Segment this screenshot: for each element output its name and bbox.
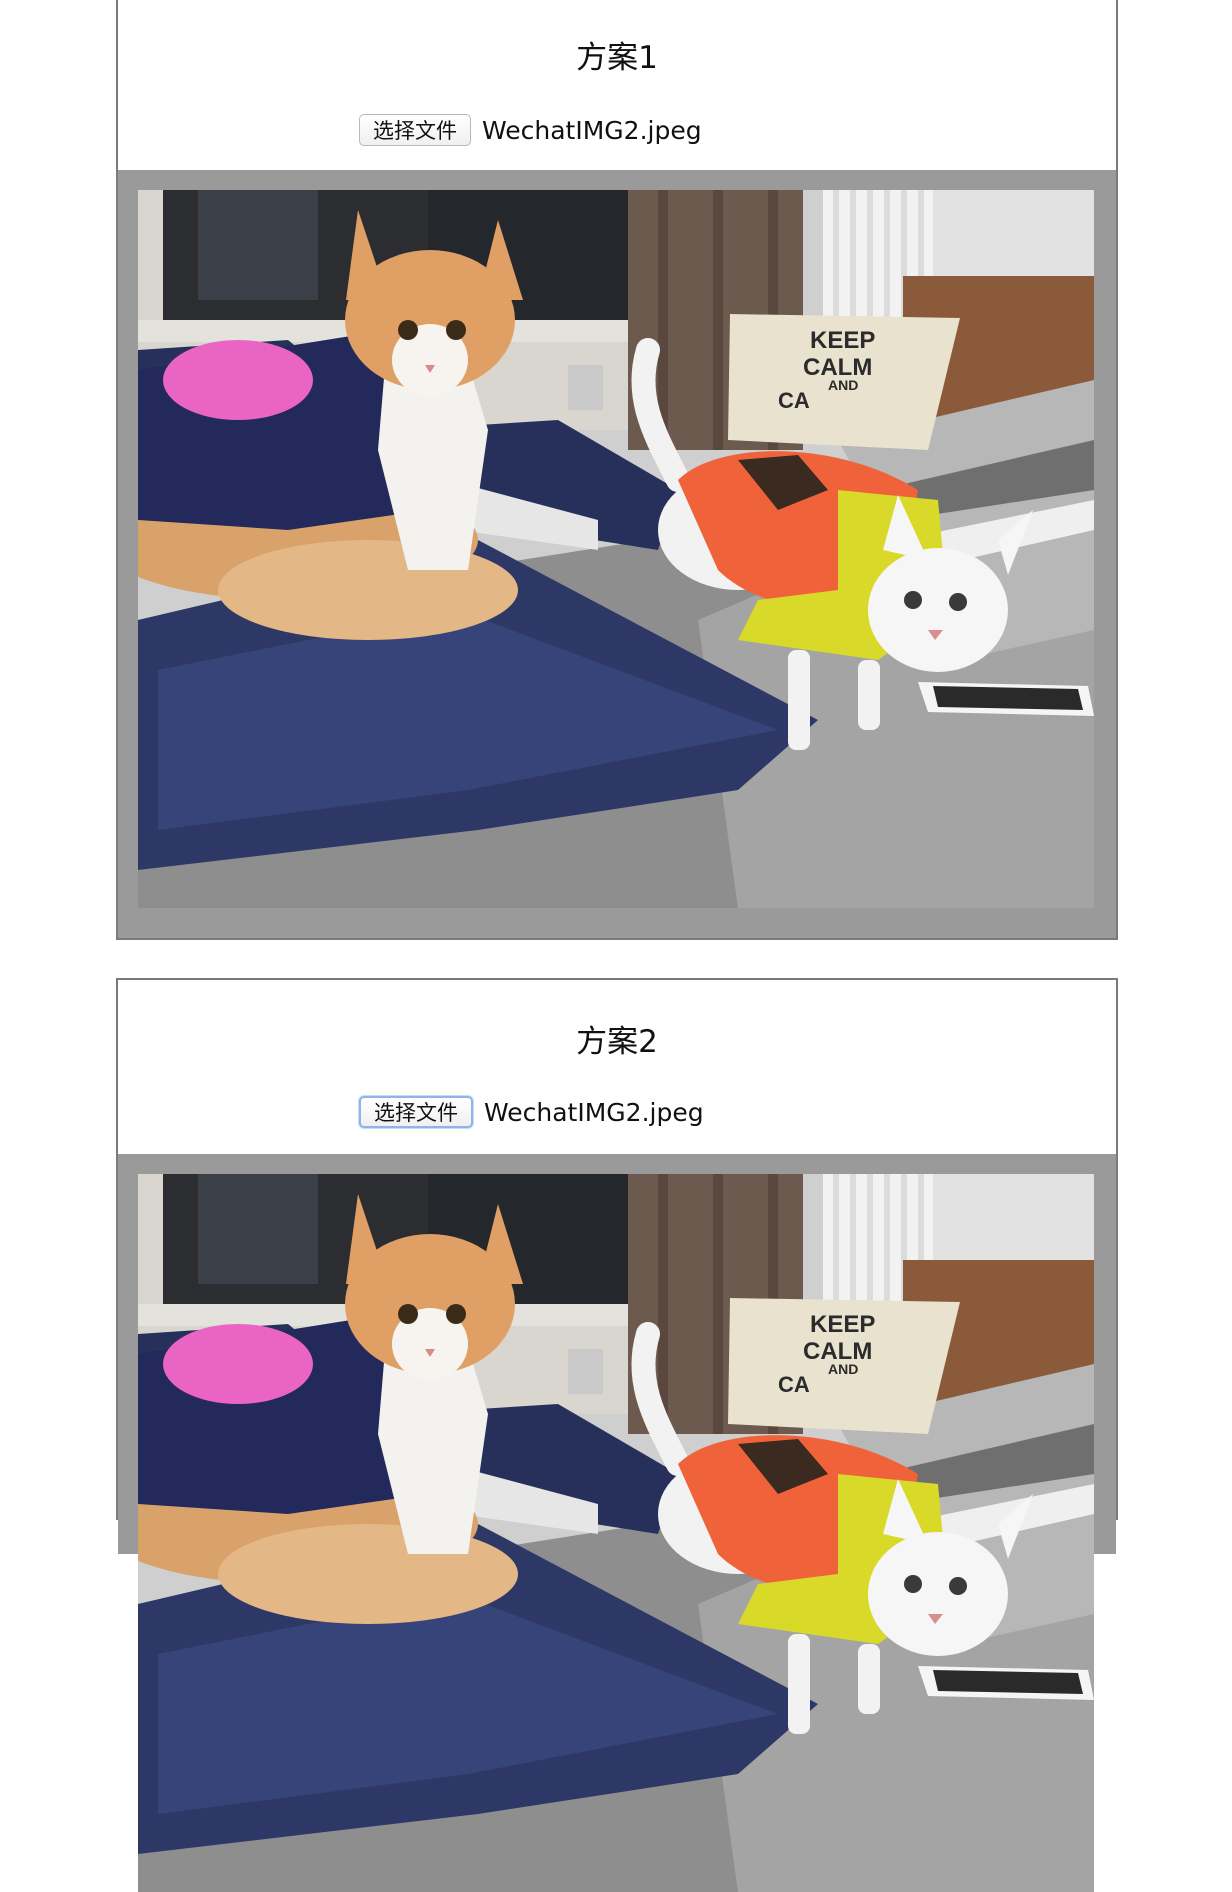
- image-preview-area: KEEP CALM AND CA: [118, 170, 1116, 938]
- pillow-text-keep: KEEP: [810, 1311, 875, 1338]
- choose-file-button[interactable]: 选择文件: [359, 1096, 473, 1128]
- image-preview-area: KEEP CALM AND CA: [118, 1154, 1116, 1892]
- pillow-text-ca: CA: [778, 1372, 810, 1397]
- file-input-row: 选择文件 WechatIMG2.jpeg: [359, 114, 702, 146]
- cats-photo-illustration: KEEP CALM AND CA: [138, 1174, 1094, 1892]
- pillow-text-and: AND: [828, 1361, 858, 1377]
- selected-file-name: WechatIMG2.jpeg: [482, 115, 702, 145]
- preview-photo: KEEP CALM AND CA: [138, 190, 1094, 908]
- selected-file-name: WechatIMG2.jpeg: [484, 1097, 704, 1127]
- panel-title: 方案1: [576, 40, 658, 76]
- choose-file-button[interactable]: 选择文件: [359, 114, 471, 146]
- preview-panel-1: 方案1 选择文件 WechatIMG2.jpeg KEEP CALM AND C…: [116, 0, 1118, 940]
- cats-photo-illustration: KEEP CALM AND CA: [138, 190, 1094, 908]
- pillow-text-and: AND: [828, 377, 858, 393]
- panel-title: 方案2: [576, 1024, 658, 1060]
- preview-panel-2: 方案2 选择文件 WechatIMG2.jpeg KEEP CALM AND C…: [116, 978, 1118, 1892]
- preview-photo: KEEP CALM AND CA: [138, 1174, 1094, 1892]
- panel-header: 方案1 选择文件 WechatIMG2.jpeg: [118, 0, 1116, 170]
- panel-header: 方案2 选择文件 WechatIMG2.jpeg: [118, 980, 1116, 1152]
- file-input-row: 选择文件 WechatIMG2.jpeg: [359, 1096, 704, 1128]
- pillow-text-keep: KEEP: [810, 327, 875, 354]
- pillow-text-ca: CA: [778, 388, 810, 413]
